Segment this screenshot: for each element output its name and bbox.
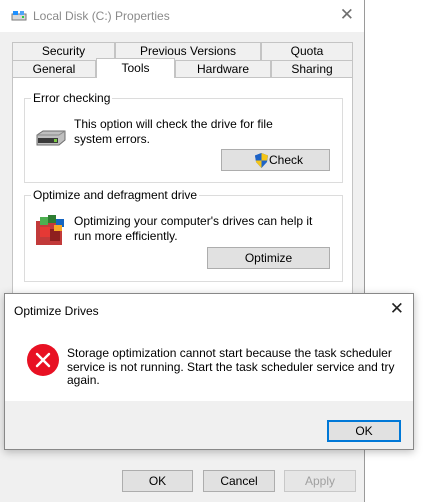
- optimize-title: Optimize and defragment drive: [31, 188, 200, 202]
- error-icon: [27, 344, 59, 376]
- error-checking-group: Error checking This option will check th…: [24, 91, 343, 183]
- defragment-icon: [36, 215, 64, 245]
- tools-tab-panel: Error checking This option will check th…: [12, 77, 353, 297]
- window-title: Local Disk (C:) Properties: [33, 9, 170, 23]
- close-icon[interactable]: ✕: [340, 5, 354, 25]
- dialog-ok-button[interactable]: OK: [327, 420, 401, 442]
- dialog-body: Storage optimization cannot start becaus…: [5, 327, 413, 401]
- dialog-message: Storage optimization cannot start becaus…: [67, 346, 395, 387]
- close-icon[interactable]: ✕: [390, 299, 404, 319]
- tab-hardware[interactable]: Hardware: [175, 60, 271, 78]
- optimize-description: Optimizing your computer's drives can he…: [74, 214, 313, 243]
- drive-icon: [11, 11, 27, 21]
- hard-drive-icon: [36, 130, 66, 146]
- properties-titlebar: Local Disk (C:) Properties ✕: [0, 0, 364, 32]
- error-checking-description: This option will check the drive for fil…: [74, 117, 273, 146]
- optimize-group: Optimize and defragment drive Optimizing…: [24, 188, 343, 282]
- error-checking-title: Error checking: [31, 91, 113, 105]
- tab-sharing[interactable]: Sharing: [271, 60, 353, 78]
- check-button-label: Check: [269, 153, 304, 167]
- cancel-button[interactable]: Cancel: [203, 470, 275, 492]
- tab-general[interactable]: General: [12, 60, 96, 78]
- optimize-button[interactable]: Optimize: [207, 247, 330, 269]
- ok-button[interactable]: OK: [122, 470, 193, 492]
- apply-button[interactable]: Apply: [284, 470, 356, 492]
- optimize-drives-dialog: Optimize Drives ✕ Storage optimization c…: [4, 293, 414, 450]
- dialog-titlebar: Optimize Drives ✕: [5, 294, 413, 327]
- check-button[interactable]: Check: [221, 149, 330, 171]
- dialog-title: Optimize Drives: [14, 304, 99, 318]
- tab-quota[interactable]: Quota: [261, 42, 353, 60]
- tab-tools[interactable]: Tools: [96, 58, 175, 78]
- uac-shield-icon: [255, 153, 268, 168]
